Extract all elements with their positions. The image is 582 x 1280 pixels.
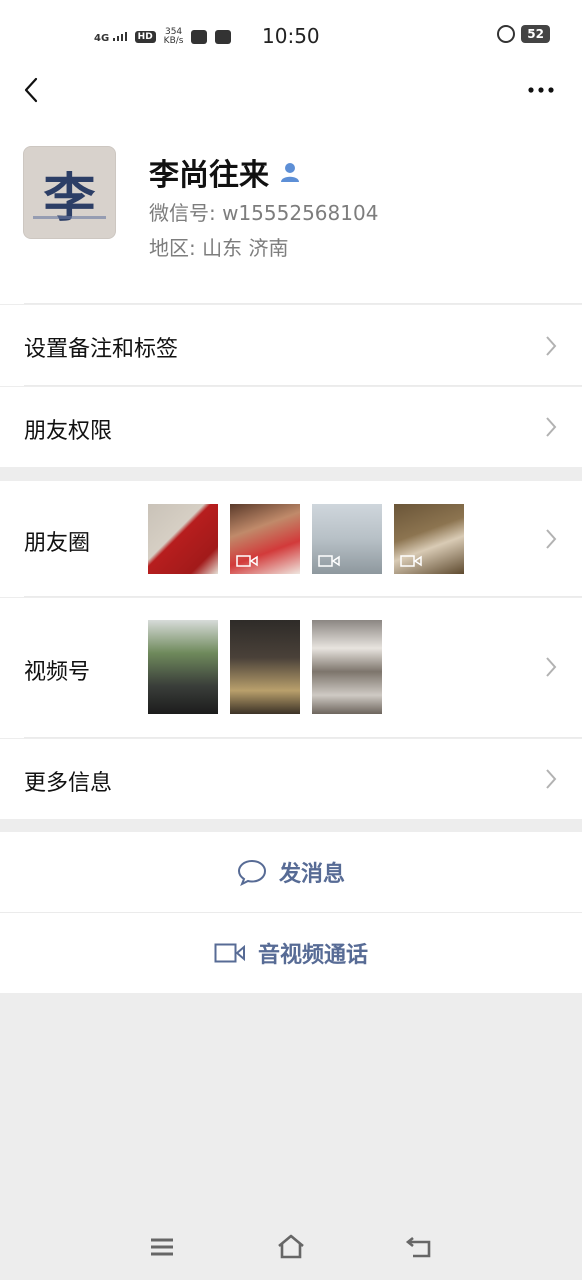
network-speed: 354 KB/s (164, 28, 184, 46)
region: 地区: 山东 济南 (149, 236, 289, 260)
hd-badge: HD (134, 31, 156, 43)
avatar-glyph: 李 (43, 169, 96, 229)
system-nav-bar (0, 1210, 582, 1280)
video-icon (400, 555, 422, 567)
channels-row[interactable]: 视频号 (0, 598, 582, 738)
signal-icon: 4G (94, 31, 127, 44)
divider (24, 303, 582, 304)
moments-thumbnail[interactable] (230, 504, 300, 574)
app-notification-icon-2 (215, 30, 232, 44)
send-message-button[interactable]: 发消息 (0, 832, 582, 912)
avatar[interactable]: 李 (23, 146, 116, 239)
channels-thumbnail[interactable] (230, 620, 300, 714)
menu-icon[interactable] (147, 1232, 177, 1262)
more-info-label: 更多信息 (24, 771, 113, 796)
chat-bubble-icon (237, 859, 266, 886)
friend-permissions-label: 朋友权限 (24, 419, 113, 444)
back-icon[interactable] (20, 76, 48, 104)
divider (24, 385, 582, 386)
status-time: 10:50 (262, 24, 320, 48)
audio-video-call-label: 音视频通话 (257, 943, 368, 968)
wechat-id: 微信号: w15552568104 (149, 201, 379, 225)
divider (24, 737, 582, 738)
app-notification-icon (191, 30, 208, 44)
divider (24, 596, 582, 597)
back-nav-icon[interactable] (405, 1232, 435, 1262)
chevron-right-icon (546, 769, 557, 789)
person-icon (281, 163, 299, 182)
profile-header: 李 李尚往来 微信号: w15552568104 地区: 山东 济南 (0, 110, 582, 304)
network-type: 4G (94, 32, 110, 44)
alarm-icon (497, 25, 516, 43)
channels-thumbnail[interactable] (148, 620, 218, 714)
profile-name-row: 李尚往来 (149, 150, 301, 194)
remark-tags-label: 设置备注和标签 (24, 337, 179, 362)
chevron-right-icon (546, 336, 557, 356)
more-options-icon[interactable] (526, 80, 556, 100)
speed-unit: KB/s (163, 36, 184, 46)
chevron-right-icon (546, 657, 557, 677)
nav-bar (0, 70, 582, 110)
channels-thumbnail[interactable] (312, 620, 382, 714)
moments-thumbnail[interactable] (394, 504, 464, 574)
video-icon (318, 555, 340, 567)
battery-indicator: 52 (521, 25, 550, 43)
more-info-row[interactable]: 更多信息 (0, 739, 582, 819)
profile-name: 李尚往来 (149, 158, 269, 193)
home-icon[interactable] (276, 1232, 306, 1262)
video-icon (236, 555, 258, 567)
moments-thumbnail[interactable] (148, 504, 218, 574)
video-call-icon (214, 943, 245, 963)
moments-row[interactable]: 朋友圈 (0, 481, 582, 597)
moments-thumbnail[interactable] (312, 504, 382, 574)
status-bar: 4G HD 354 KB/s 10:50 52 (0, 0, 582, 70)
avatar-caption-line (33, 216, 106, 219)
friend-permissions-row[interactable]: 朋友权限 (0, 387, 582, 467)
remark-tags-row[interactable]: 设置备注和标签 (0, 305, 582, 386)
chevron-right-icon (546, 529, 557, 549)
audio-video-call-button[interactable]: 音视频通话 (0, 913, 582, 993)
chevron-right-icon (546, 417, 557, 437)
channels-label: 视频号 (24, 660, 91, 685)
send-message-label: 发消息 (278, 862, 345, 887)
moments-label: 朋友圈 (24, 531, 91, 556)
